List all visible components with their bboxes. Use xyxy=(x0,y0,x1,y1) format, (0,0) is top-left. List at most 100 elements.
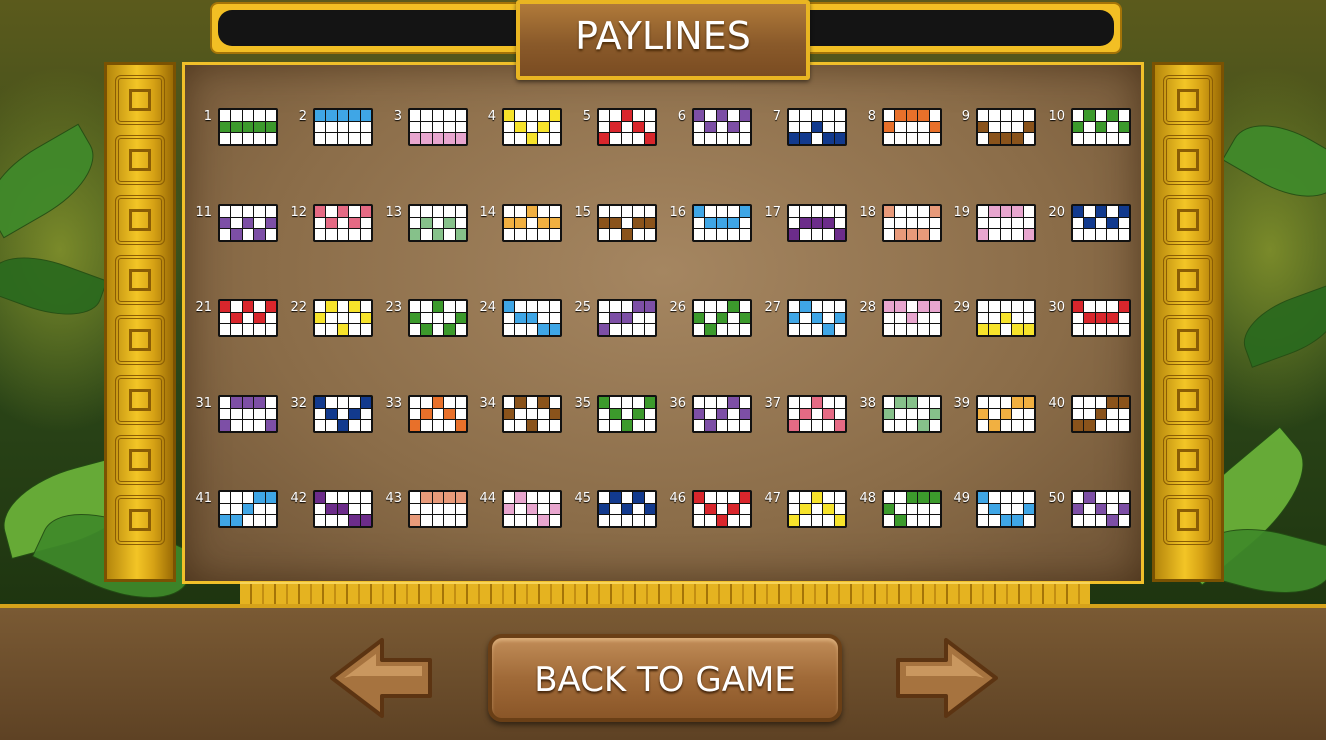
payline-cell xyxy=(610,492,621,503)
payline-cell xyxy=(349,397,360,408)
payline-cell xyxy=(884,312,895,324)
payline-cell xyxy=(789,312,800,324)
previous-arrow-button[interactable] xyxy=(330,636,432,720)
payline-cell xyxy=(705,229,716,240)
payline-cell xyxy=(929,110,940,121)
payline-cell xyxy=(1012,121,1023,133)
back-to-game-button[interactable]: BACK TO GAME xyxy=(488,634,842,722)
payline-cell xyxy=(633,110,644,121)
payline-cell xyxy=(644,110,655,121)
payline-cell xyxy=(989,229,1000,240)
payline-cell xyxy=(432,420,444,431)
payline-cell xyxy=(1012,301,1023,312)
payline-cell xyxy=(599,420,610,431)
payline-cell xyxy=(444,121,455,133)
payline-cell xyxy=(895,503,906,515)
payline-cell xyxy=(254,420,265,431)
payline-cell xyxy=(410,301,421,312)
payline-cell xyxy=(549,515,560,526)
payline-cell xyxy=(538,229,549,240)
payline-number: 35 xyxy=(574,396,591,411)
payline-cell xyxy=(633,503,644,515)
payline-number: 40 xyxy=(1048,396,1065,411)
payline-number: 48 xyxy=(859,491,876,506)
payline-cell xyxy=(1012,133,1023,144)
payline-cell xyxy=(929,503,940,515)
payline-cell xyxy=(823,217,834,229)
payline-cell xyxy=(538,420,549,431)
payline-cell xyxy=(800,133,811,144)
payline-cell xyxy=(220,420,231,431)
payline-cell xyxy=(455,229,466,240)
payline-cell xyxy=(337,408,349,420)
payline-cell xyxy=(989,217,1000,229)
payline-cell xyxy=(337,312,349,324)
payline-cell xyxy=(989,397,1000,408)
payline-number: 21 xyxy=(195,300,212,315)
payline-cell xyxy=(549,121,560,133)
payline-cell xyxy=(728,503,739,515)
payline-cell xyxy=(610,110,621,121)
payline-cell xyxy=(326,515,337,526)
payline-cell xyxy=(1107,301,1118,312)
payline-cell xyxy=(444,515,455,526)
payline-cell xyxy=(1084,206,1095,217)
payline-cell xyxy=(360,324,371,335)
payline-pattern xyxy=(408,395,468,433)
payline-cell xyxy=(1000,492,1012,503)
payline-cell xyxy=(265,515,276,526)
payline-cell xyxy=(231,420,242,431)
payline-cell xyxy=(811,206,823,217)
payline-cell xyxy=(515,492,526,503)
payline-cell xyxy=(538,206,549,217)
payline-cell xyxy=(1012,408,1023,420)
payline-cell xyxy=(455,515,466,526)
payline-cell xyxy=(694,133,705,144)
payline-cell xyxy=(599,408,610,420)
payline-cell xyxy=(895,312,906,324)
payline-cell xyxy=(242,503,254,515)
payline-cell xyxy=(599,324,610,335)
payline-cell xyxy=(800,420,811,431)
payline-cell xyxy=(621,301,633,312)
payline-cell xyxy=(823,121,834,133)
payline-cell xyxy=(728,206,739,217)
payline-cell xyxy=(834,217,845,229)
payline-pattern xyxy=(313,108,373,146)
payline-cell xyxy=(1073,420,1084,431)
payline-cell xyxy=(884,492,895,503)
payline-cell xyxy=(220,397,231,408)
payline-cell xyxy=(526,408,538,420)
payline-cell xyxy=(800,110,811,121)
payline-cell xyxy=(360,492,371,503)
payline-cell xyxy=(610,229,621,240)
payline-cell xyxy=(895,408,906,420)
payline-cell xyxy=(315,121,326,133)
payline-cell xyxy=(455,312,466,324)
payline-number: 3 xyxy=(393,109,402,124)
payline-cell xyxy=(254,397,265,408)
payline-pattern xyxy=(218,108,278,146)
payline-cell xyxy=(989,121,1000,133)
payline-cell xyxy=(455,301,466,312)
payline-cell xyxy=(254,229,265,240)
next-arrow-button[interactable] xyxy=(896,636,998,720)
payline-cell xyxy=(1000,110,1012,121)
payline-cell xyxy=(789,397,800,408)
payline-cell xyxy=(633,217,644,229)
payline-cell xyxy=(834,324,845,335)
payline-cell xyxy=(621,217,633,229)
payline-cell xyxy=(315,206,326,217)
payline-cell xyxy=(421,503,432,515)
payline-cell xyxy=(504,110,515,121)
payline-cell xyxy=(694,515,705,526)
payline-cell xyxy=(1095,408,1107,420)
payline-cell xyxy=(254,324,265,335)
payline-cell xyxy=(705,133,716,144)
payline-cell xyxy=(1073,408,1084,420)
payline-cell xyxy=(884,503,895,515)
payline-cell xyxy=(644,324,655,335)
payline-number: 43 xyxy=(385,491,402,506)
payline-cell xyxy=(360,121,371,133)
payline-cell xyxy=(610,515,621,526)
